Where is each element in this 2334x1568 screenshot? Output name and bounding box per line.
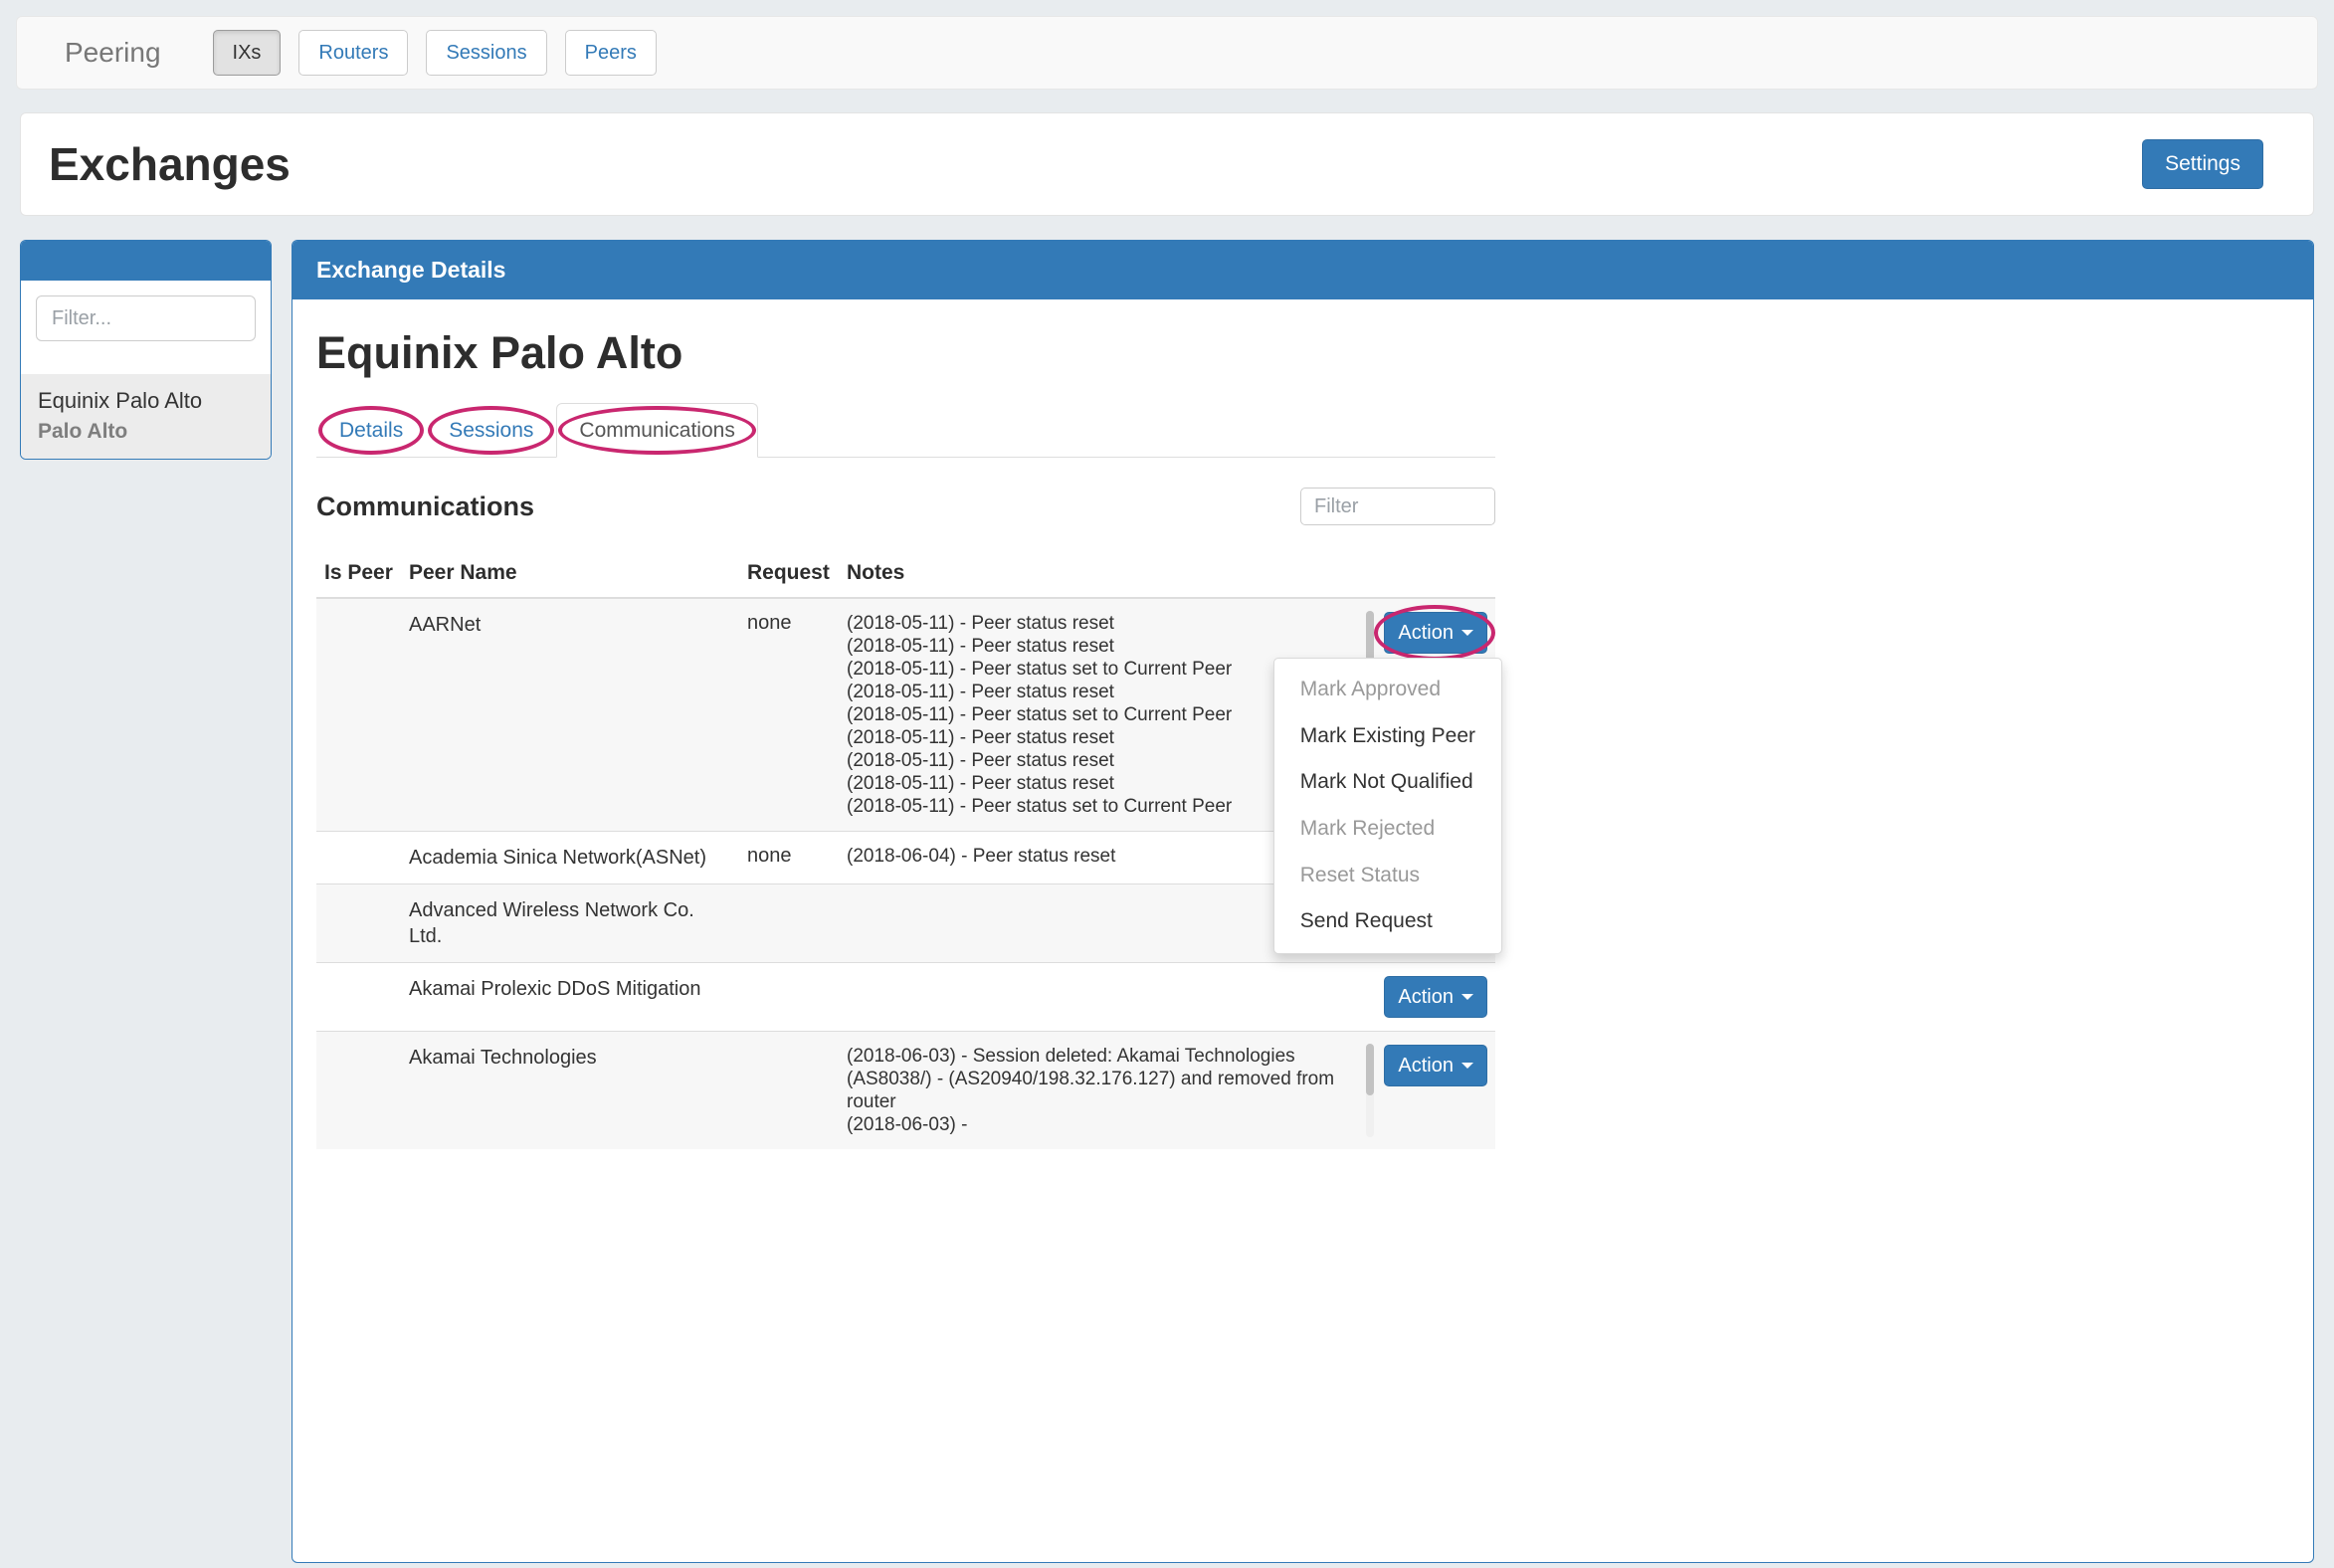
action-wrap: Action	[1384, 976, 1487, 1018]
action-cell: Action	[1376, 963, 1495, 1032]
exchange-location: Palo Alto	[38, 420, 254, 444]
exchange-filter-input[interactable]	[36, 295, 256, 341]
menu-item-mark-rejected[interactable]: Mark Rejected	[1274, 806, 1501, 853]
settings-button[interactable]: Settings	[2142, 139, 2263, 189]
notes-cell	[839, 963, 1376, 1032]
exchange-list-panel: Equinix Palo Alto Palo Alto	[20, 240, 272, 460]
note-line: (2018-06-03) -	[847, 1113, 1368, 1136]
tab-label: Sessions	[449, 419, 533, 442]
page-title: Exchanges	[49, 137, 291, 191]
peer-name-cell: Akamai Prolexic DDoS Mitigation	[401, 963, 739, 1032]
action-button-label: Action	[1398, 1054, 1454, 1078]
app-brand: Peering	[65, 37, 161, 69]
notes-cell: (2018-06-03) - Session deleted: Akamai T…	[839, 1032, 1376, 1150]
is-peer-cell	[316, 1032, 401, 1150]
request-cell	[739, 1032, 839, 1150]
action-button-label: Action	[1398, 621, 1454, 645]
peer-name-cell: Academia Sinica Network(ASNet)	[401, 832, 739, 884]
menu-item-reset-status[interactable]: Reset Status	[1274, 853, 1501, 899]
is-peer-cell	[316, 884, 401, 963]
peer-row-aarnet: AARNetnone (2018-05-11) - Peer status res…	[316, 598, 1495, 832]
content-area: Equinix Palo Alto Palo Alto Exchange Deta…	[20, 240, 2314, 1563]
communications-heading: Communications	[316, 491, 534, 522]
peer-name-cell: Akamai Technologies	[401, 1032, 739, 1150]
tab-bar: Details Sessions Communications	[316, 403, 1495, 458]
exchange-filter-box	[21, 281, 271, 341]
notes-scrollbar-thumb[interactable]	[1366, 1044, 1374, 1095]
nav-button-peers[interactable]: Peers	[565, 30, 657, 76]
nav-button-sessions[interactable]: Sessions	[426, 30, 546, 76]
exchange-list-panel-header	[21, 241, 271, 281]
caret-down-icon	[1461, 630, 1473, 636]
action-wrap: ActionMark ApprovedMark Existing PeerMar…	[1384, 612, 1487, 654]
note-line: (2018-05-11) - Peer status reset	[847, 635, 1368, 658]
header-notes: Notes	[839, 551, 1376, 598]
exchange-title: Equinix Palo Alto	[316, 327, 2289, 379]
header-peer-name: Peer Name	[401, 551, 739, 598]
tab-communications[interactable]: Communications	[556, 403, 757, 458]
exchange-name: Equinix Palo Alto	[38, 388, 254, 414]
request-cell: none	[739, 598, 839, 832]
tab-details[interactable]: Details	[316, 403, 426, 458]
menu-item-mark-existing-peer[interactable]: Mark Existing Peer	[1274, 713, 1501, 760]
action-button[interactable]: Action	[1384, 612, 1487, 654]
menu-item-mark-not-qualified[interactable]: Mark Not Qualified	[1274, 759, 1501, 806]
exchange-details-panel: Exchange Details Equinix Palo Alto Detai…	[292, 240, 2314, 1563]
action-dropdown-menu: Mark ApprovedMark Existing PeerMark Not …	[1273, 658, 1502, 954]
is-peer-cell	[316, 963, 401, 1032]
tab-sessions[interactable]: Sessions	[426, 403, 556, 458]
exchange-details-panel-body: Equinix Palo Alto Details Sessions Communi…	[292, 299, 2313, 1173]
communications-filter-input[interactable]	[1300, 488, 1495, 525]
exchange-list: Equinix Palo Alto Palo Alto	[21, 374, 271, 459]
exchange-content-block: Details Sessions Communications Communicat…	[316, 403, 1495, 1149]
notes-scrollbar[interactable]	[1366, 1044, 1374, 1137]
caret-down-icon	[1461, 994, 1473, 1000]
communications-table: Is Peer Peer Name Request Notes AARNetno…	[316, 551, 1495, 1149]
request-cell	[739, 963, 839, 1032]
peer-row-akamai-prolexic-ddos-mitigation: Akamai Prolexic DDoS Mitigation Action	[316, 963, 1495, 1032]
exchange-list-item[interactable]: Equinix Palo Alto Palo Alto	[21, 374, 271, 459]
top-navbar: Peering IXs Routers Sessions Peers	[16, 16, 2318, 90]
is-peer-cell	[316, 832, 401, 884]
is-peer-cell	[316, 598, 401, 832]
menu-item-send-request[interactable]: Send Request	[1274, 898, 1501, 945]
request-cell: none	[739, 832, 839, 884]
action-cell: ActionMark ApprovedMark Existing PeerMar…	[1376, 598, 1495, 832]
table-header-row: Is Peer Peer Name Request Notes	[316, 551, 1495, 598]
nav-button-ixs[interactable]: IXs	[213, 30, 282, 76]
peer-name-cell: Advanced Wireless Network Co. Ltd.	[401, 884, 739, 963]
tab-label: Details	[339, 419, 403, 442]
exchange-details-panel-header: Exchange Details	[292, 241, 2313, 299]
action-cell: Action	[1376, 1032, 1495, 1150]
header-is-peer: Is Peer	[316, 551, 401, 598]
header-action	[1376, 551, 1495, 598]
menu-item-mark-approved[interactable]: Mark Approved	[1274, 667, 1501, 713]
note-line: (2018-06-03) - Session deleted: Akamai T…	[847, 1045, 1368, 1113]
request-cell	[739, 884, 839, 963]
page-header: Exchanges Settings	[20, 112, 2314, 216]
peer-name-cell: AARNet	[401, 598, 739, 832]
caret-down-icon	[1461, 1063, 1473, 1069]
navbar-button-group: IXs Routers Sessions Peers	[213, 30, 675, 76]
action-button-label: Action	[1398, 985, 1454, 1009]
peer-row-akamai-technologies: Akamai Technologies (2018-06-03) - Sessio…	[316, 1032, 1495, 1150]
note-line: (2018-05-11) - Peer status reset	[847, 612, 1368, 635]
action-button[interactable]: Action	[1384, 976, 1487, 1018]
action-button[interactable]: Action	[1384, 1045, 1487, 1086]
communications-section-header: Communications	[316, 488, 1495, 525]
tab-label: Communications	[579, 419, 734, 442]
header-request: Request	[739, 551, 839, 598]
nav-button-routers[interactable]: Routers	[298, 30, 408, 76]
action-wrap: Action	[1384, 1045, 1487, 1086]
